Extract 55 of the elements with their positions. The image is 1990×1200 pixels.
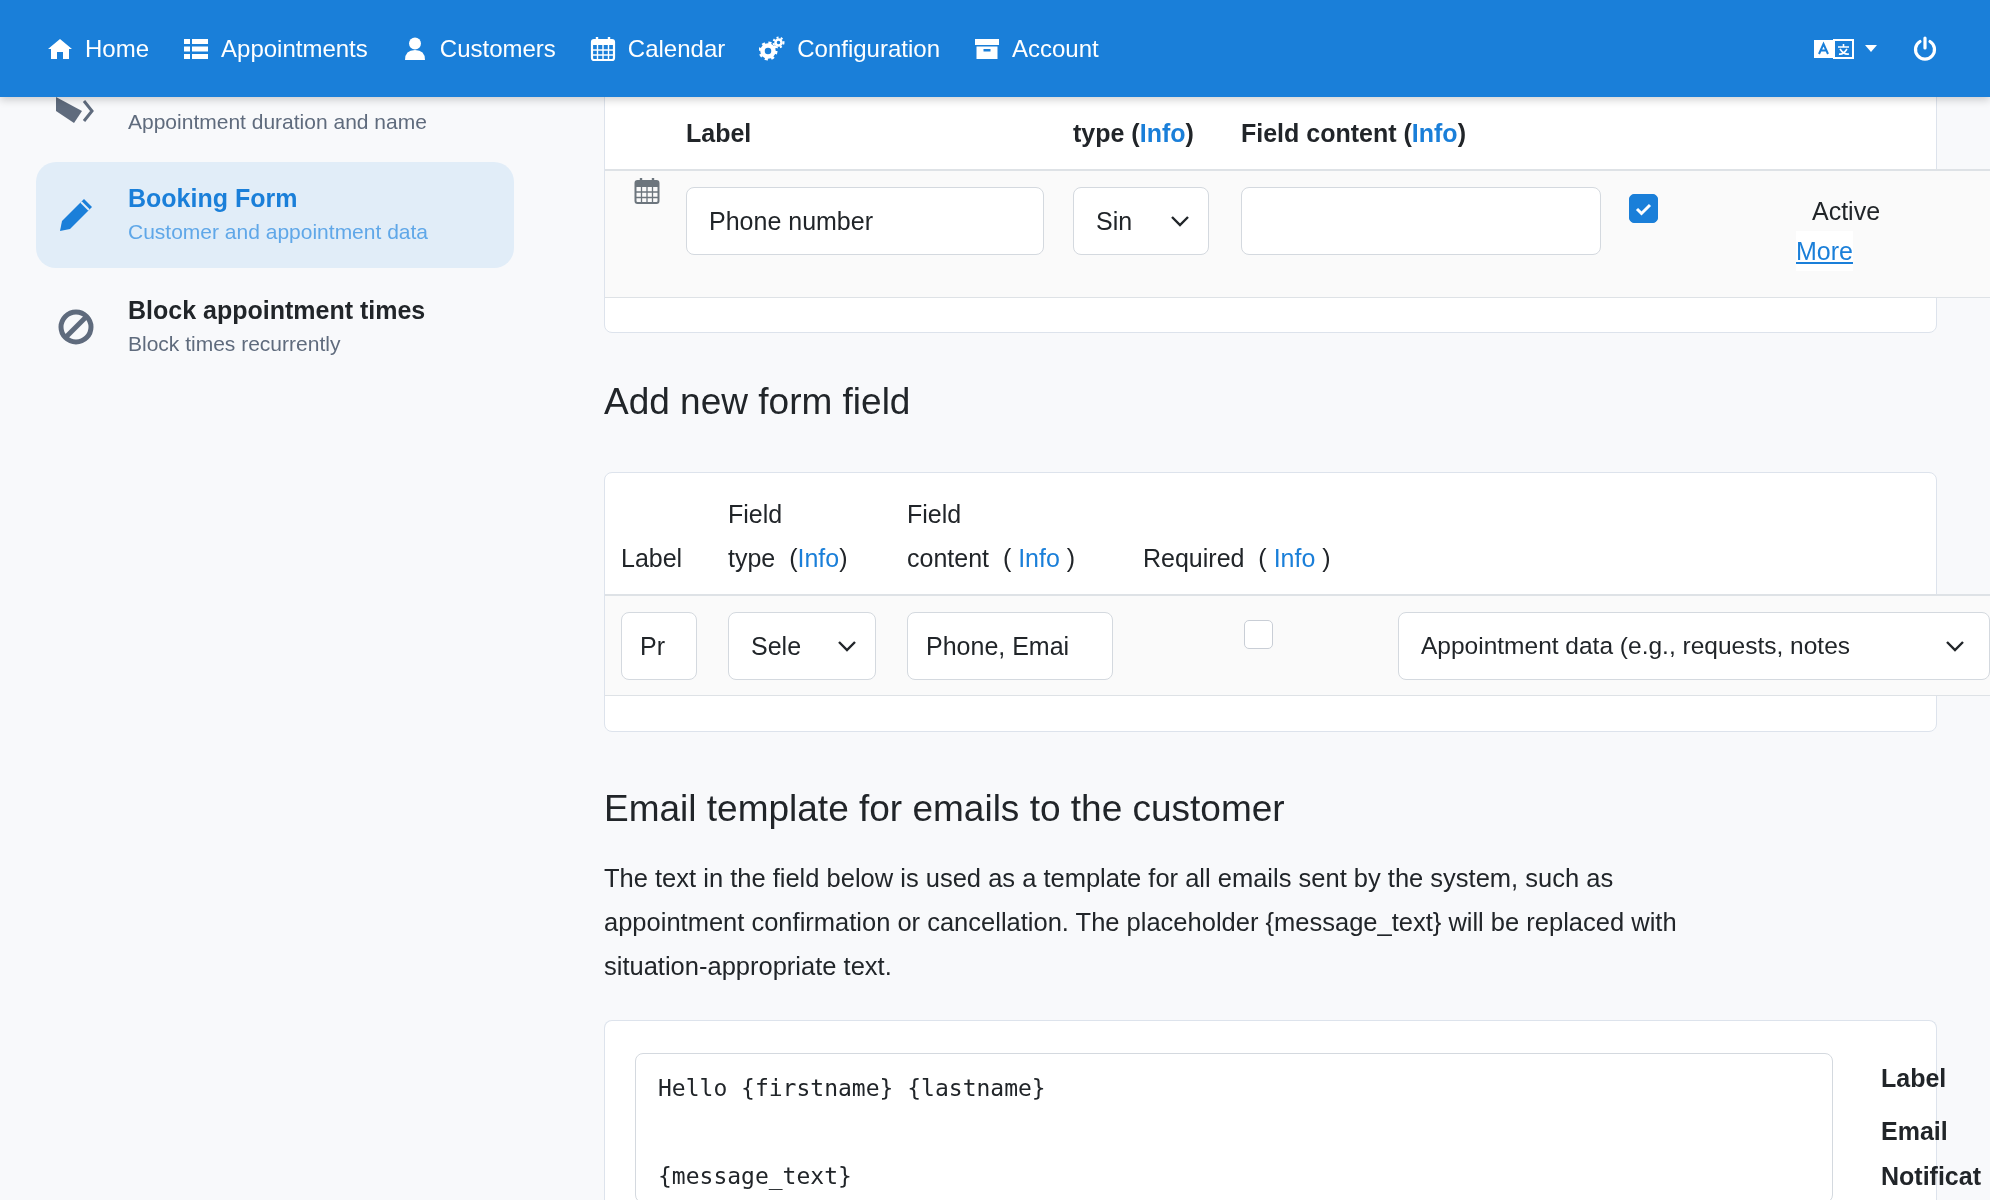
description-text: The text in the field below is used as a template for all emails sent by the system, such as appointment confirmation or cancellation. The placeholder {message_text} will be replaced with situation-appropriate text. — [604, 863, 1678, 982]
caret-icon — [1865, 45, 1877, 52]
input-field[interactable]: Pr — [621, 612, 697, 680]
tag-icon — [54, 97, 94, 125]
info-link[interactable]: Info — [1411, 119, 1458, 147]
column-header: Label — [621, 543, 684, 574]
status-label: Active — [1812, 196, 1881, 227]
checkbox[interactable] — [1244, 620, 1273, 649]
column-header: Required ( Info ) — [1143, 543, 1332, 574]
nav-link[interactable]: Account — [974, 34, 1099, 63]
section-heading: Email template for emails to the customer — [604, 787, 1286, 831]
checkbox[interactable] — [1629, 194, 1658, 223]
column-header: Field content ( Info ) — [907, 499, 1077, 574]
calendar-icon — [634, 177, 660, 205]
nav-link[interactable]: Customers — [401, 34, 556, 63]
dropdown[interactable]: Sin — [1073, 187, 1209, 255]
info-link[interactable]: Info — [797, 544, 840, 572]
caret-icon — [837, 639, 857, 653]
check-icon — [1635, 201, 1652, 216]
caret-icon — [1945, 639, 1965, 653]
item-subtitle: Appointment duration and name — [128, 109, 427, 135]
info-link[interactable]: Info — [1018, 544, 1060, 572]
column-header: Label — [686, 118, 753, 149]
sidebar-item[interactable]: Block appointment times Block times recurrently — [36, 274, 514, 380]
section-heading: Add new form field — [604, 380, 912, 424]
sidebar-item[interactable]: Appointment duration and name — [36, 97, 514, 156]
item-subtitle: Block times recurrently — [128, 331, 342, 357]
input-field[interactable] — [1241, 187, 1601, 255]
item-title: Booking Form — [128, 183, 299, 214]
gears-icon — [759, 35, 786, 62]
item-title: Block appointment times — [128, 295, 426, 326]
item-subtitle: Customer and appointment data — [128, 219, 429, 245]
template-field[interactable]: Hello {firstname} {lastname} {message_text} — [635, 1053, 1833, 1200]
nav-link[interactable]: Home — [47, 34, 150, 63]
nav-link[interactable]: Appointments — [183, 34, 368, 63]
dropdown[interactable]: Sele — [728, 612, 876, 680]
power-icon[interactable] — [1913, 35, 1937, 62]
info-link[interactable]: Info — [1139, 119, 1186, 147]
input-field[interactable]: Phone number — [686, 187, 1044, 255]
sidebar-item[interactable]: Booking Form Customer and appointment data — [36, 162, 514, 268]
field-label: Email Notificat — [1881, 1116, 1982, 1192]
column-header: type (Info) — [1073, 118, 1195, 149]
dropdown[interactable]: Appointment data (e.g., requests, notes — [1398, 612, 1990, 680]
nav-link[interactable]: Configuration — [759, 34, 940, 63]
calendar-icon — [589, 35, 616, 62]
input-field[interactable]: Phone, Emai — [907, 612, 1113, 680]
more-link[interactable]: More — [1796, 231, 1853, 271]
caret-icon — [1170, 214, 1190, 228]
info-link[interactable]: Info — [1273, 544, 1316, 572]
nav-link[interactable]: Calendar — [589, 34, 726, 63]
language-menu[interactable] — [1813, 36, 1877, 61]
column-header: Field type (Info) — [728, 499, 849, 574]
field-label: Label — [1881, 1063, 1948, 1094]
column-header: Field content (Info) — [1241, 118, 1467, 149]
translate-icon — [1813, 36, 1855, 61]
